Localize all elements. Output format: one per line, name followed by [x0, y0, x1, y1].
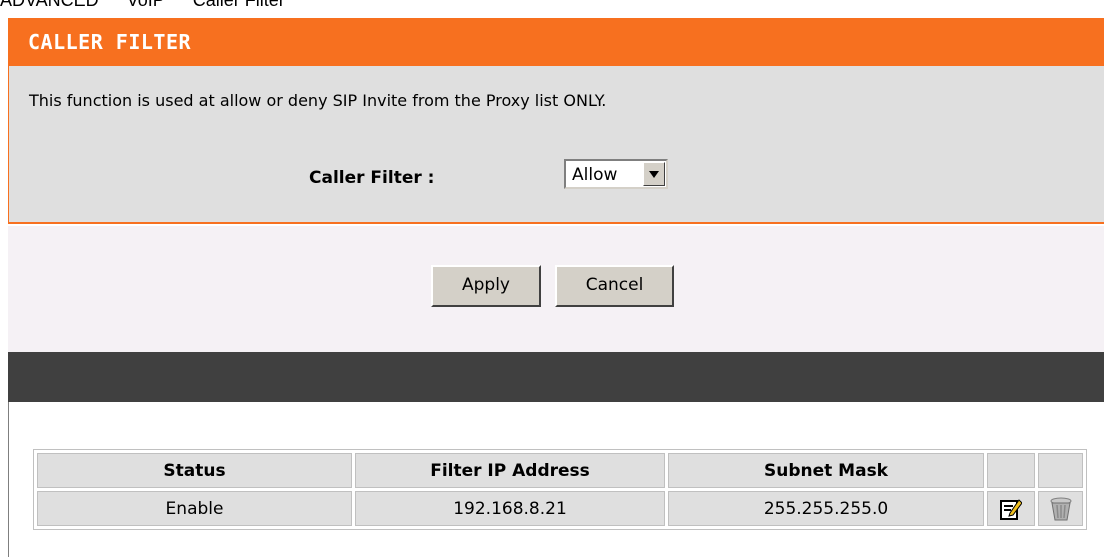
breadcrumb-page: Caller Filter: [192, 0, 285, 10]
apply-button[interactable]: Apply: [431, 265, 541, 307]
mask-cell: 255.255.255.0: [668, 491, 984, 526]
trash-icon[interactable]: [1049, 496, 1073, 522]
section-header: CALLER FILTER: [8, 18, 1104, 66]
column-header-status: Status: [37, 453, 352, 488]
breadcrumb: ADVANCED VoIP Caller Filter: [0, 0, 1104, 9]
divider: [8, 402, 9, 557]
caller-filter-value: Allow: [572, 165, 618, 185]
button-area: Apply Cancel: [8, 226, 1104, 352]
table-row: Enable 192.168.8.21 255.255.255.0: [37, 491, 1083, 526]
table-header-row: Status Filter IP Address Subnet Mask: [37, 453, 1083, 488]
filter-table: Status Filter IP Address Subnet Mask Ena…: [33, 449, 1087, 530]
list-header-bar: [8, 352, 1104, 402]
edit-cell: [987, 491, 1035, 526]
cancel-button[interactable]: Cancel: [555, 265, 674, 307]
column-header-mask: Subnet Mask: [668, 453, 984, 488]
caller-filter-label: Caller Filter :: [309, 168, 435, 188]
delete-cell: [1038, 491, 1083, 526]
breadcrumb-section: ADVANCED: [0, 0, 99, 10]
column-header-delete: [1038, 453, 1083, 488]
column-header-ip: Filter IP Address: [355, 453, 665, 488]
page-title: CALLER FILTER: [28, 30, 192, 54]
settings-panel: This function is used at allow or deny S…: [8, 66, 1104, 224]
caller-filter-select[interactable]: Allow: [564, 159, 668, 189]
chevron-down-icon[interactable]: [643, 162, 665, 186]
column-header-edit: [987, 453, 1035, 488]
ip-cell: 192.168.8.21: [355, 491, 665, 526]
description-text: This function is used at allow or deny S…: [29, 91, 607, 110]
breadcrumb-subsection: VoIP: [126, 0, 165, 10]
edit-icon[interactable]: [1000, 498, 1023, 520]
status-cell: Enable: [37, 491, 352, 526]
